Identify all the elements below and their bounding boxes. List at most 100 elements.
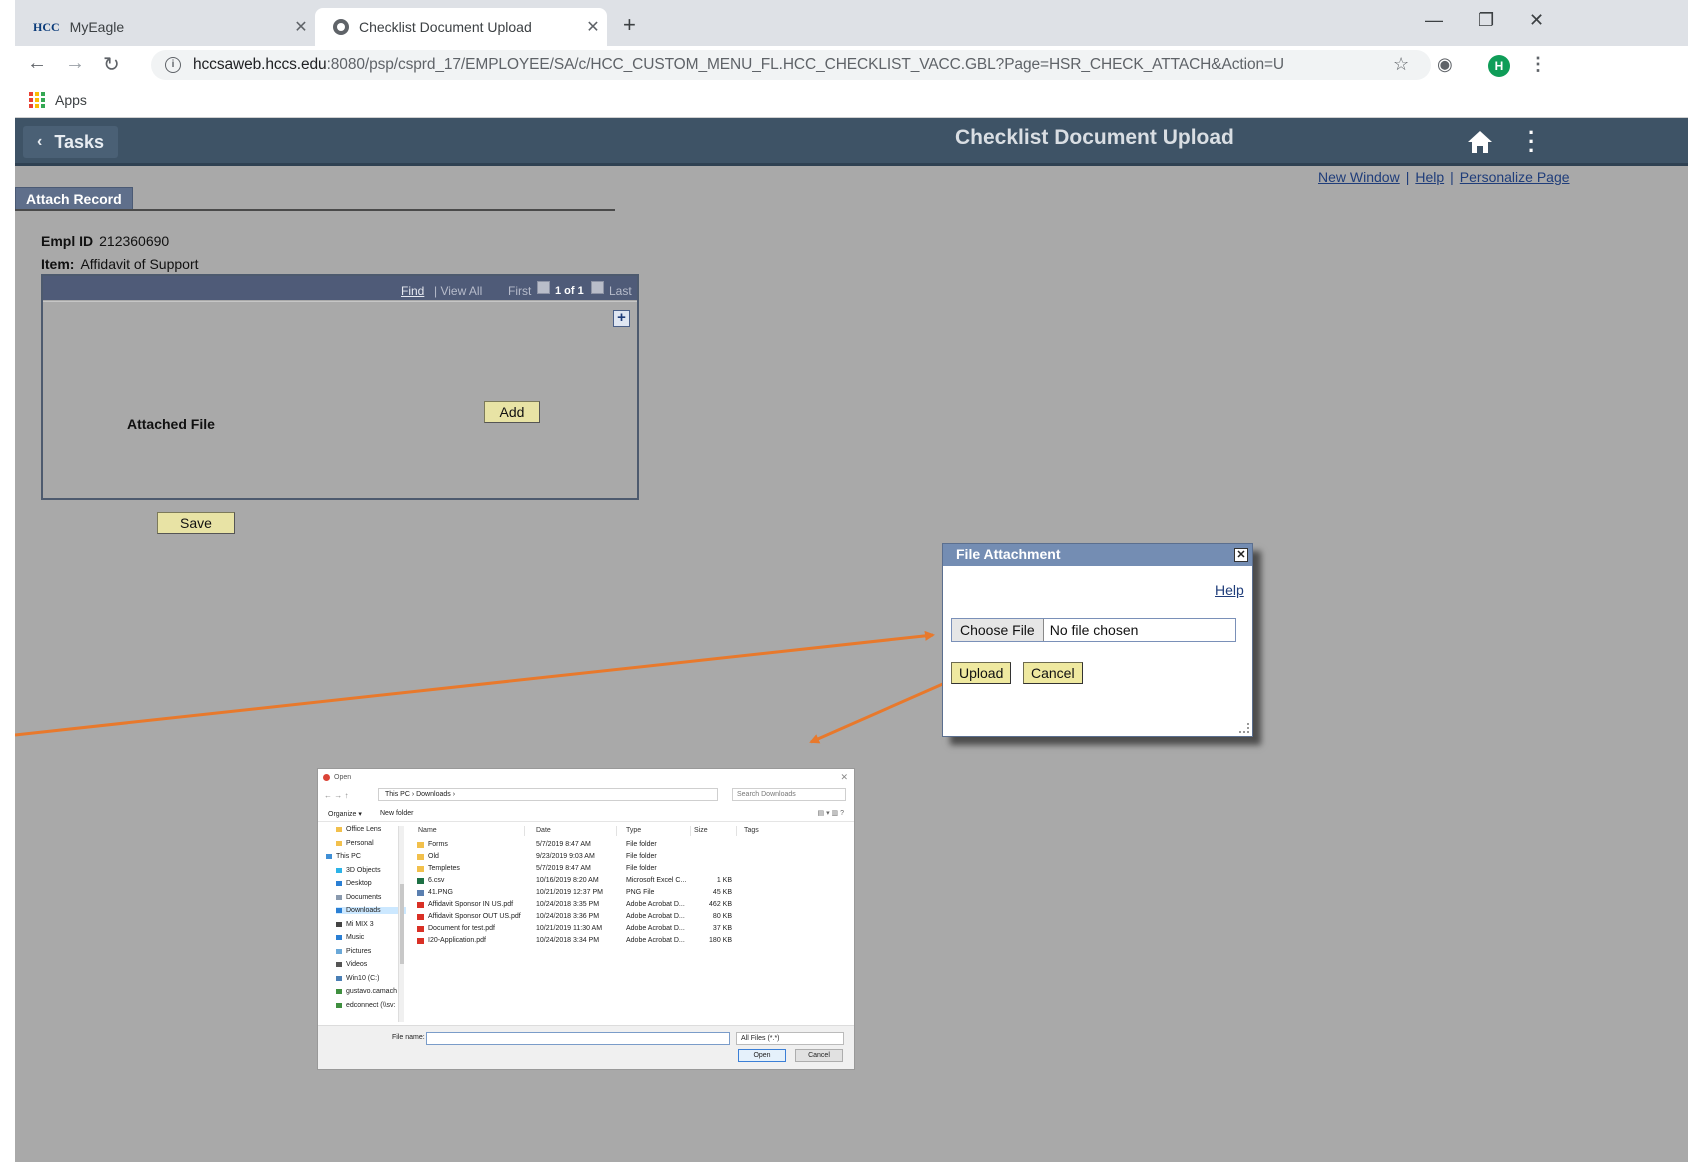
sidebar-item-label: This PC xyxy=(336,853,361,860)
file-type-filter[interactable]: All Files (*.*) xyxy=(736,1032,844,1045)
sidebar-item-desktop[interactable]: Desktop xyxy=(336,880,372,887)
url-path: :8080/psp/csprd_17/EMPLOYEE/SA/c/HCC_CUS… xyxy=(326,56,1285,73)
actions-menu-icon[interactable]: · · · xyxy=(1528,122,1536,162)
sidebar-item-3d-objects[interactable]: 3D Objects xyxy=(336,867,381,874)
sidebar-item-downloads[interactable]: Downloads xyxy=(336,907,406,914)
sidebar-item-videos[interactable]: Videos xyxy=(336,961,367,968)
new-tab-button[interactable]: + xyxy=(623,12,636,38)
last-link[interactable]: Last xyxy=(609,284,632,298)
no-file-text: No file chosen xyxy=(1049,622,1139,638)
sidebar-item-personal[interactable]: Personal xyxy=(336,840,374,847)
next-arrow-icon[interactable] xyxy=(591,281,604,294)
back-icon[interactable]: ← xyxy=(27,52,47,75)
sidebar-item-gustavo-camach[interactable]: gustavo.camach xyxy=(336,988,397,995)
info-icon[interactable]: i xyxy=(165,57,181,73)
open-button[interactable]: Open xyxy=(738,1049,786,1062)
sidebar-item-office-lens[interactable]: Office Lens xyxy=(336,826,381,833)
tab-myeagle[interactable]: HCC MyEagle ✕ xyxy=(15,8,315,46)
column-size[interactable]: Size xyxy=(694,827,708,834)
sidebar-item-win10-c[interactable]: Win10 (C:) xyxy=(336,975,379,982)
folder-icon xyxy=(336,908,342,913)
help-link[interactable]: Help xyxy=(1215,582,1244,598)
apps-bookmark[interactable]: Apps xyxy=(55,92,87,108)
resize-grip-icon[interactable] xyxy=(1239,723,1249,733)
column-type[interactable]: Type xyxy=(626,827,641,834)
file-size: 462 KB xyxy=(709,901,732,908)
path-breadcrumb[interactable]: This PC › Downloads › xyxy=(378,788,718,801)
first-link[interactable]: First xyxy=(508,284,531,298)
file-row[interactable]: Forms 5/7/2019 8:47 AM File folder xyxy=(410,840,850,851)
extension-icon[interactable]: ◉ xyxy=(1437,54,1453,75)
column-divider xyxy=(690,826,691,836)
close-icon[interactable]: ✕ xyxy=(579,17,607,37)
personalize-page-link[interactable]: Personalize Page xyxy=(1460,169,1570,185)
find-link[interactable]: Find xyxy=(401,284,424,298)
restore-icon[interactable]: ❐ xyxy=(1478,10,1494,31)
navigation-arrows-icon[interactable]: ← → ↑ xyxy=(324,791,348,800)
reload-icon[interactable]: ↻ xyxy=(103,52,120,77)
file-list: Name Date Type Size Tags Forms 5/7/2019 8… xyxy=(410,824,850,1024)
new-window-link[interactable]: New Window xyxy=(1318,169,1400,185)
file-input[interactable]: Choose File No file chosen xyxy=(951,618,1236,642)
file-row[interactable]: Document for test.pdf 10/21/2019 11:30 AM… xyxy=(410,924,850,935)
url-bar[interactable]: i hccsaweb.hccs.edu:8080/psp/csprd_17/EM… xyxy=(151,50,1431,80)
file-name-input[interactable] xyxy=(426,1032,730,1045)
tasks-button[interactable]: ‹ Tasks xyxy=(23,126,119,158)
column-name[interactable]: Name xyxy=(418,827,437,834)
upload-button[interactable]: Upload xyxy=(951,662,1012,684)
help-link[interactable]: Help xyxy=(1415,169,1444,185)
minimize-icon[interactable]: — xyxy=(1425,10,1443,31)
organize-menu[interactable]: Organize ▾ xyxy=(328,810,362,818)
sidebar-item-mi-mix-3[interactable]: Mi MIX 3 xyxy=(336,921,374,928)
star-icon[interactable]: ☆ xyxy=(1393,54,1409,75)
page-links: New Window | Help | Personalize Page xyxy=(1318,169,1570,185)
file-type: PNG File xyxy=(626,889,655,896)
file-row[interactable]: 6.csv 10/16/2019 8:20 AM Microsoft Excel C… xyxy=(410,876,850,887)
tab-attach-record[interactable]: Attach Record xyxy=(15,187,133,210)
sidebar-scrollbar[interactable] xyxy=(398,826,404,1022)
file-name: 6.csv xyxy=(428,877,445,884)
add-row-button[interactable]: + xyxy=(613,310,630,327)
file-size: 37 KB xyxy=(712,925,732,932)
close-icon[interactable]: ✕ xyxy=(287,17,315,37)
sidebar-item-music[interactable]: Music xyxy=(336,934,364,941)
view-options-icon[interactable]: ▤ ▾ ▥ ? xyxy=(818,809,844,817)
cancel-button[interactable]: Cancel xyxy=(795,1049,843,1062)
forward-icon[interactable]: → xyxy=(65,52,85,75)
file-row[interactable]: 41.PNG 10/21/2019 12:37 PM PNG File 45 KB xyxy=(410,888,850,899)
previous-arrow-icon[interactable] xyxy=(537,281,550,294)
folder-icon xyxy=(336,881,342,886)
tab-checklist-upload[interactable]: Checklist Document Upload ✕ xyxy=(315,8,607,46)
column-date[interactable]: Date xyxy=(536,827,551,834)
avatar[interactable]: H xyxy=(1488,55,1510,77)
column-tags[interactable]: Tags xyxy=(744,827,759,834)
choose-file-button[interactable]: Choose File xyxy=(952,619,1044,641)
search-input[interactable]: Search Downloads xyxy=(732,788,846,801)
new-folder-button[interactable]: New folder xyxy=(380,810,413,817)
pdf-icon xyxy=(417,926,424,932)
close-icon[interactable]: ✕ xyxy=(1234,548,1248,562)
file-attachment-modal: File Attachment ✕ Help Choose File No fi… xyxy=(942,543,1253,737)
file-type: File folder xyxy=(626,865,657,872)
save-button[interactable]: Save xyxy=(157,512,235,534)
sidebar-item-pictures[interactable]: Pictures xyxy=(336,948,371,955)
file-date: 9/23/2019 9:03 AM xyxy=(536,853,595,860)
add-button[interactable]: Add xyxy=(484,401,540,423)
menu-icon[interactable]: ⋮ xyxy=(1529,54,1547,75)
sidebar-item-this-pc[interactable]: This PC xyxy=(326,853,361,860)
file-row[interactable]: I20-Application.pdf 10/24/2018 3:34 PM Ado… xyxy=(410,936,850,947)
file-row[interactable]: Old 9/23/2019 9:03 AM File folder xyxy=(410,852,850,863)
file-type: Adobe Acrobat D... xyxy=(626,925,685,932)
close-icon[interactable]: ✕ xyxy=(840,772,848,783)
apps-icon[interactable] xyxy=(29,91,45,108)
window-close-icon[interactable]: ✕ xyxy=(1529,10,1544,31)
home-icon[interactable] xyxy=(1467,130,1493,154)
sidebar-item-documents[interactable]: Documents xyxy=(336,894,381,901)
file-row[interactable]: Affidavit Sponsor IN US.pdf 10/24/2018 3:… xyxy=(410,900,850,911)
file-row[interactable]: Templetes 5/7/2019 8:47 AM File folder xyxy=(410,864,850,875)
sidebar-item-edconnect-sv[interactable]: edconnect (\\sv: xyxy=(336,1002,395,1009)
view-all-link[interactable]: | View All xyxy=(434,284,482,298)
tab-title: Checklist Document Upload xyxy=(359,19,532,35)
cancel-button[interactable]: Cancel xyxy=(1023,662,1083,684)
file-row[interactable]: Affidavit Sponsor OUT US.pdf 10/24/2018 3… xyxy=(410,912,850,923)
